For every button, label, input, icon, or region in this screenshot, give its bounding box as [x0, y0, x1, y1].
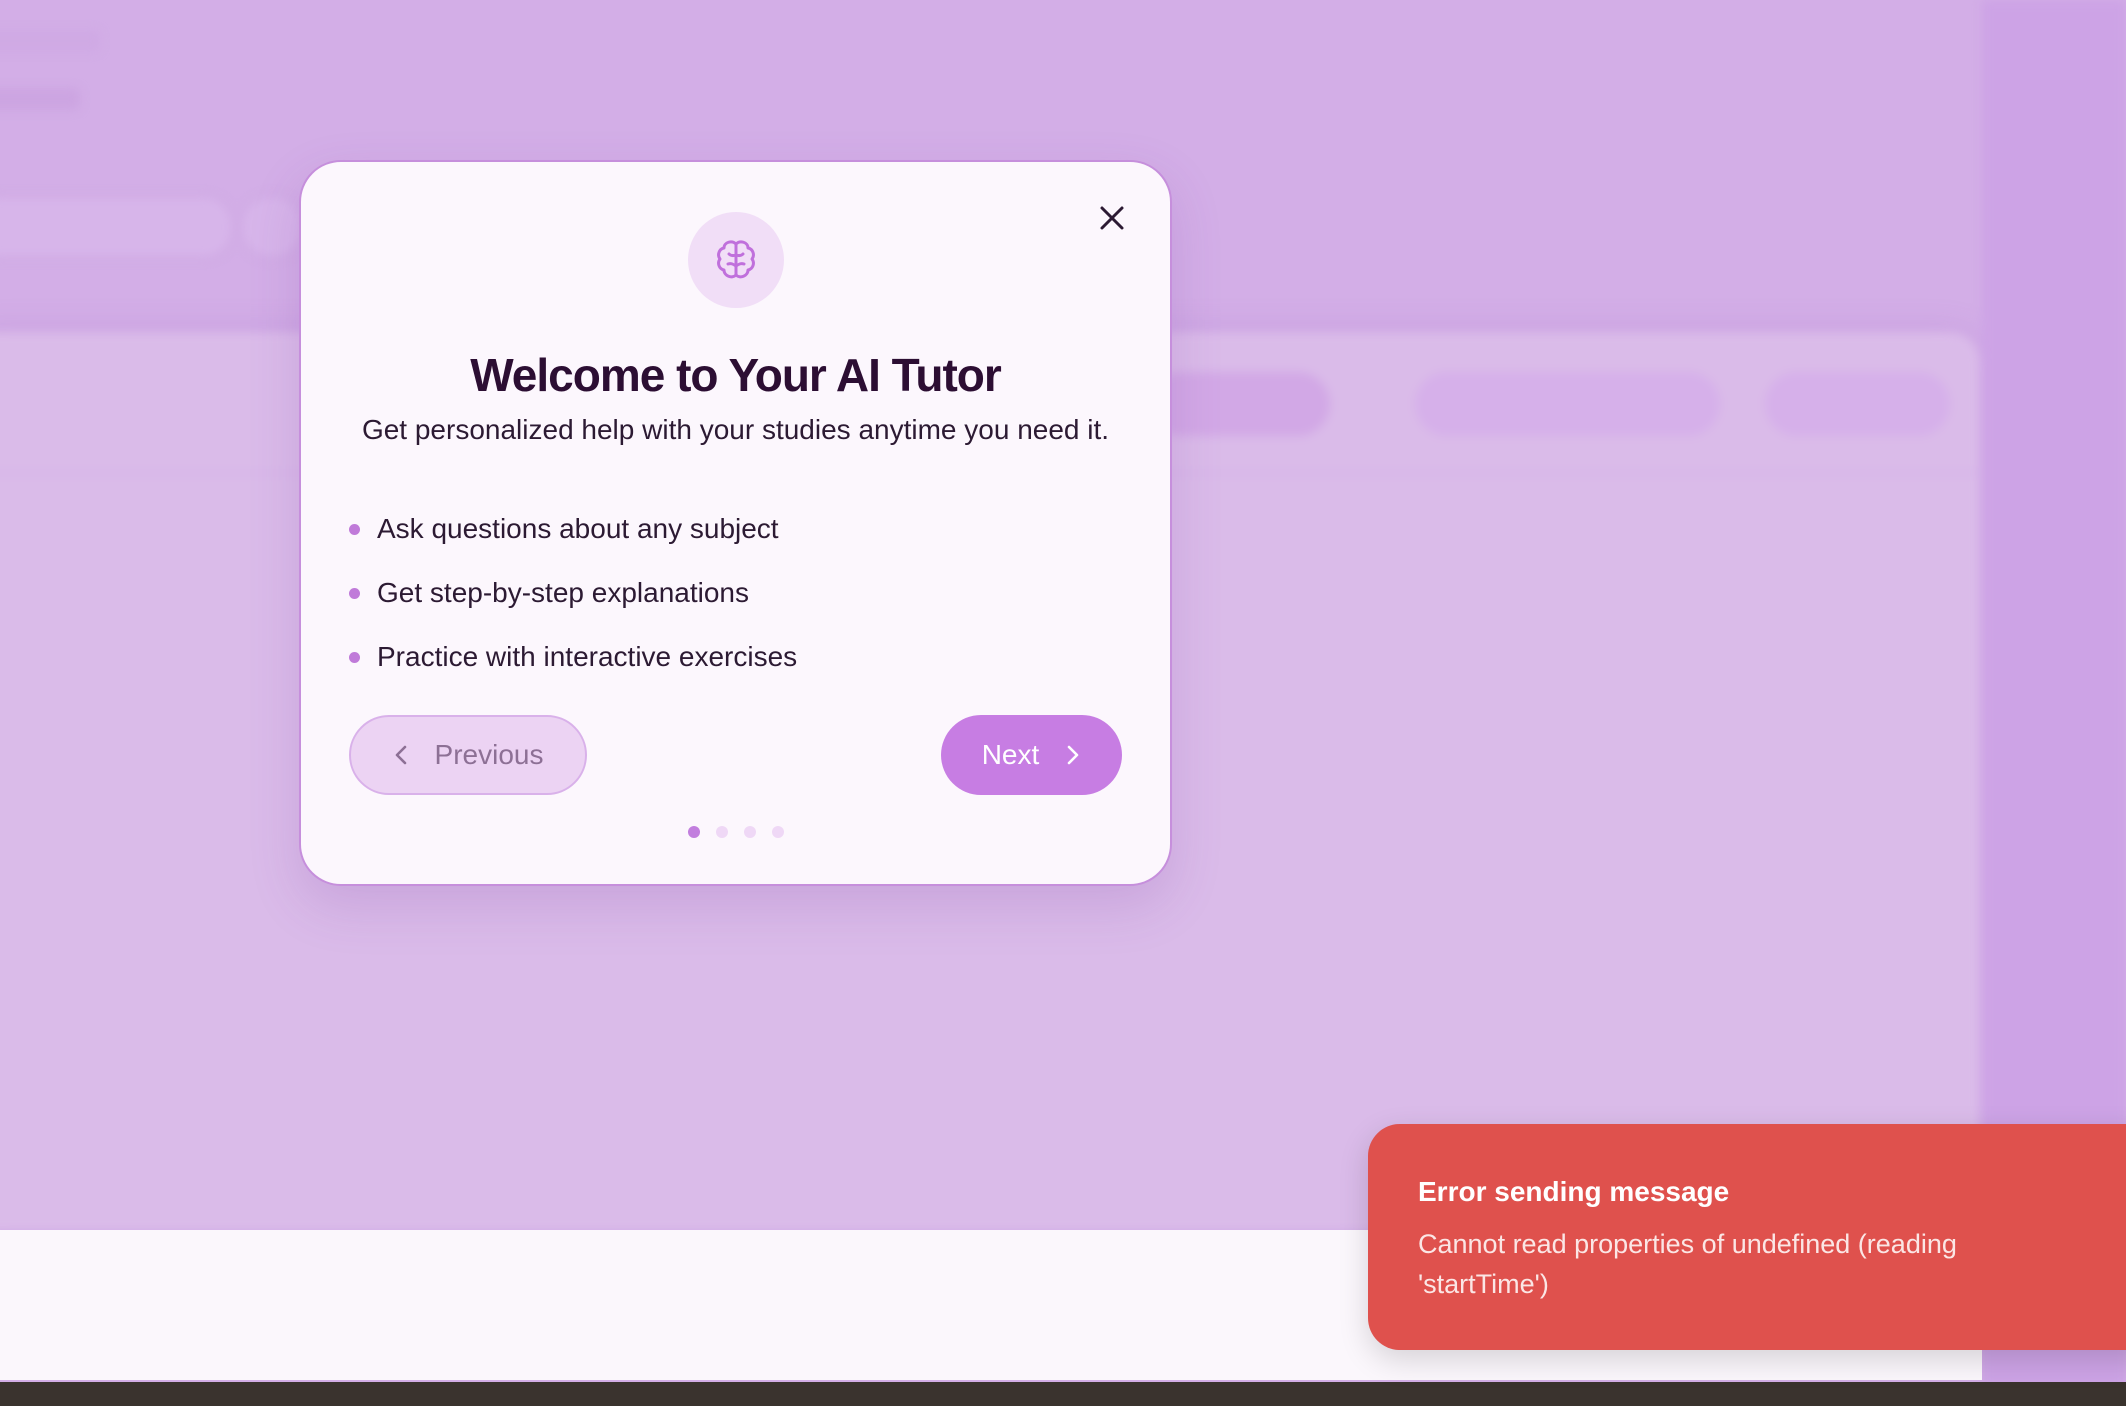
step-indicator [301, 826, 1170, 838]
background-chip [240, 195, 304, 259]
feature-item: Ask questions about any subject [349, 497, 797, 561]
step-dot[interactable] [715, 826, 728, 838]
previous-button[interactable]: Previous [349, 715, 587, 795]
background-text [0, 30, 100, 52]
bullet-icon [349, 587, 360, 599]
previous-button-label: Previous [434, 739, 544, 770]
background-pill [1415, 372, 1720, 436]
toast-title: Error sending message [1418, 1176, 1730, 1207]
background-text [0, 88, 80, 110]
background-pill [1150, 372, 1330, 436]
feature-label: Practice with interactive exercises [377, 641, 798, 672]
brain-icon [717, 240, 755, 279]
step-dot[interactable] [771, 826, 784, 838]
close-button[interactable] [1092, 198, 1132, 238]
next-button-label: Next [981, 739, 1040, 770]
brain-icon-badge [688, 212, 784, 308]
modal-subtitle: Get personalized help with your studies … [361, 414, 1110, 445]
bullet-icon [349, 523, 360, 535]
toast-message: Cannot read properties of undefined (rea… [1418, 1229, 1957, 1299]
step-dot[interactable] [687, 826, 700, 838]
modal-title: Welcome to Your AI Tutor [470, 349, 1002, 401]
background-chip [0, 195, 234, 259]
feature-item: Practice with interactive exercises [349, 625, 797, 689]
feature-list: Ask questions about any subject Get step… [349, 497, 797, 689]
bullet-icon [349, 651, 360, 663]
feature-label: Get step-by-step explanations [377, 577, 749, 608]
error-toast[interactable]: Error sending message Cannot read proper… [1368, 1124, 2126, 1350]
welcome-modal: Welcome to Your AI Tutor Get personalize… [299, 160, 1172, 886]
step-dot[interactable] [743, 826, 756, 838]
background-taskbar [0, 1382, 2126, 1406]
next-button[interactable]: Next [941, 715, 1122, 795]
chevron-left-icon [395, 745, 406, 765]
background-pill [1765, 372, 1950, 436]
close-icon [1100, 206, 1124, 230]
feature-item: Get step-by-step explanations [349, 561, 797, 625]
feature-label: Ask questions about any subject [377, 513, 779, 544]
chevron-right-icon [1067, 745, 1079, 765]
